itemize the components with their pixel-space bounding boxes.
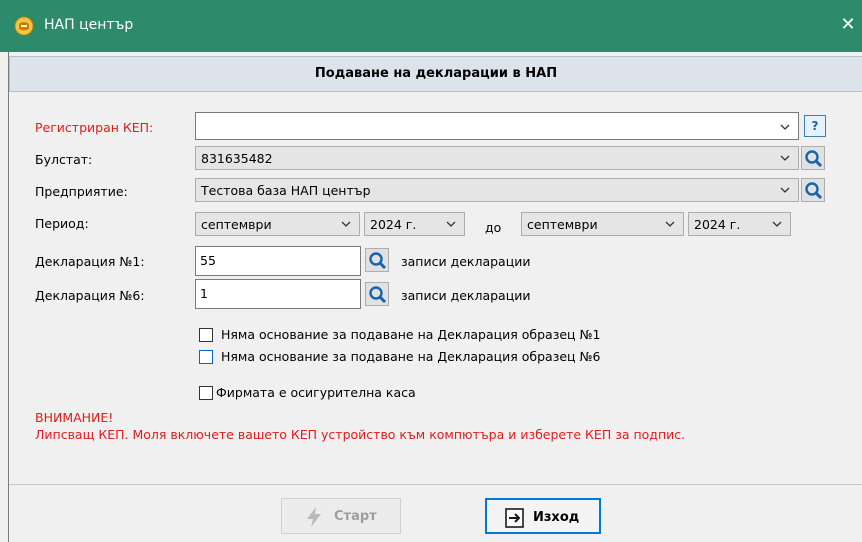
close-icon[interactable]: ✕ bbox=[836, 13, 860, 37]
bulstat-value: 831635482 bbox=[201, 151, 273, 166]
company-value: Тестова база НАП център bbox=[201, 183, 371, 198]
period-to-year-value: 2024 г. bbox=[694, 217, 741, 232]
exit-button[interactable]: Изход bbox=[485, 498, 601, 534]
company-label: Предприятие: bbox=[35, 184, 128, 199]
title-bar: НАП център ✕ bbox=[0, 0, 862, 52]
no-decl1-label: Няма основание за подаване на Декларация… bbox=[221, 327, 601, 342]
period-from-month-select[interactable]: септември bbox=[195, 212, 360, 236]
no-decl1-checkbox[interactable] bbox=[199, 328, 213, 342]
search-icon bbox=[369, 252, 387, 270]
period-from-month-value: септември bbox=[201, 217, 272, 232]
period-from-year-select[interactable]: 2024 г. bbox=[364, 212, 465, 236]
chevron-down-icon bbox=[341, 221, 351, 227]
bulstat-search-button[interactable] bbox=[801, 146, 825, 170]
no-decl6-label: Няма основание за подаване на Декларация… bbox=[221, 349, 601, 364]
warning-title: ВНИМАНИЕ! bbox=[35, 410, 114, 425]
decl1-search-button[interactable] bbox=[365, 248, 389, 272]
company-search-button[interactable] bbox=[801, 178, 825, 202]
warning-message: Липсващ КЕП. Моля включете вашето КЕП ус… bbox=[35, 427, 686, 442]
no-decl6-checkbox[interactable] bbox=[199, 350, 213, 364]
search-icon bbox=[805, 150, 823, 168]
decl6-suffix: записи декларации bbox=[401, 288, 531, 303]
period-to-label: до bbox=[485, 220, 502, 235]
lightning-icon bbox=[307, 507, 321, 527]
kep-select[interactable] bbox=[195, 112, 799, 140]
help-button[interactable]: ? bbox=[804, 115, 826, 137]
decl6-search-button[interactable] bbox=[365, 282, 389, 306]
insurance-fund-checkbox[interactable] bbox=[199, 386, 213, 400]
search-icon bbox=[369, 286, 387, 304]
dialog-header: Подаване на декларации в НАП bbox=[9, 56, 862, 92]
bulstat-select[interactable]: 831635482 bbox=[195, 146, 799, 170]
decl6-count-value: 1 bbox=[200, 286, 208, 301]
window-title: НАП център bbox=[44, 17, 134, 33]
decl1-count-value: 55 bbox=[200, 253, 216, 268]
decl1-suffix: записи декларации bbox=[401, 254, 531, 269]
chevron-down-icon bbox=[665, 221, 675, 227]
kep-label: Регистриран КЕП: bbox=[35, 120, 154, 135]
bulstat-label: Булстат: bbox=[35, 152, 93, 167]
company-select[interactable]: Тестова база НАП център bbox=[195, 178, 799, 202]
chevron-down-icon bbox=[780, 187, 790, 193]
footer-separator bbox=[9, 484, 862, 485]
period-to-year-select[interactable]: 2024 г. bbox=[688, 212, 791, 236]
app-logo-icon bbox=[14, 16, 34, 36]
decl6-count-field[interactable]: 1 bbox=[195, 279, 361, 309]
insurance-fund-label: Фирмата е осигурителна каса bbox=[216, 385, 416, 400]
start-button-label: Старт bbox=[334, 509, 377, 524]
decl6-label: Декларация №6: bbox=[35, 288, 145, 303]
period-label: Период: bbox=[35, 216, 89, 231]
period-from-year-value: 2024 г. bbox=[370, 217, 417, 232]
start-button[interactable]: Старт bbox=[281, 498, 401, 534]
chevron-down-icon bbox=[446, 221, 456, 227]
dialog-body: Подаване на декларации в НАП Регистриран… bbox=[8, 52, 862, 542]
decl1-label: Декларация №1: bbox=[35, 254, 145, 269]
chevron-down-icon bbox=[780, 124, 790, 130]
chevron-down-icon bbox=[780, 155, 790, 161]
decl1-count-field[interactable]: 55 bbox=[195, 246, 361, 276]
search-icon bbox=[805, 182, 823, 200]
chevron-down-icon bbox=[772, 221, 782, 227]
exit-arrow-icon bbox=[505, 508, 524, 528]
exit-button-label: Изход bbox=[533, 510, 580, 525]
period-to-month-value: септември bbox=[527, 217, 598, 232]
period-to-month-select[interactable]: септември bbox=[521, 212, 684, 236]
